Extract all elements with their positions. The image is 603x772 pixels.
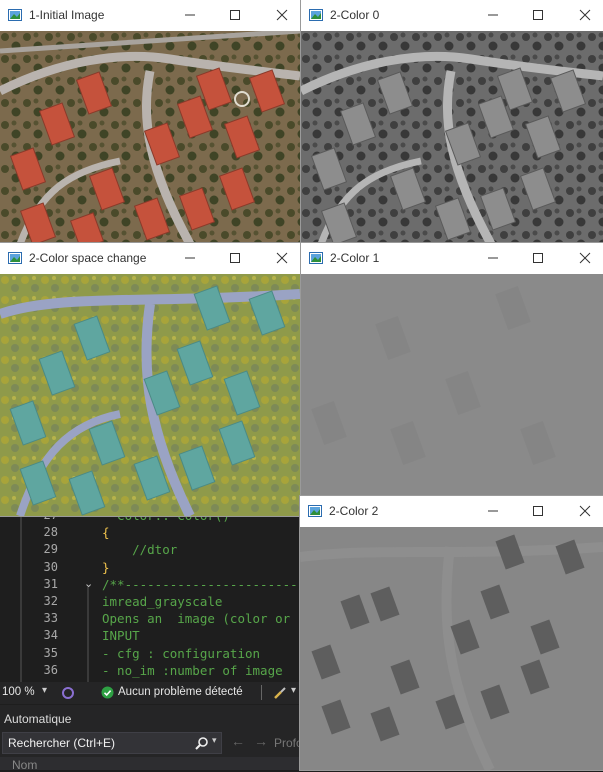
close-icon[interactable] bbox=[274, 7, 290, 23]
window-color-1[interactable]: 2-Color 1 bbox=[301, 243, 603, 496]
window-title: 1-Initial Image bbox=[29, 8, 105, 22]
window-color-space-change[interactable]: 2-Color space change bbox=[0, 243, 300, 516]
close-icon[interactable] bbox=[577, 250, 593, 266]
code-line[interactable]: //dtor bbox=[102, 542, 177, 557]
color-space-image bbox=[0, 274, 300, 516]
back-arrow-icon[interactable]: ← bbox=[231, 733, 245, 749]
channel-2-image bbox=[300, 527, 603, 770]
window-color-0[interactable]: 2-Color 0 bbox=[301, 0, 603, 244]
grayscale-image bbox=[301, 31, 603, 244]
maximize-icon[interactable] bbox=[530, 7, 546, 23]
chevron-down-icon[interactable]: ▾ bbox=[291, 685, 296, 696]
image-view bbox=[301, 274, 603, 496]
title-bar[interactable]: 1-Initial Image bbox=[0, 0, 300, 31]
check-circle-icon bbox=[101, 686, 114, 699]
line-number: 34 bbox=[43, 628, 58, 643]
image-view bbox=[0, 31, 300, 244]
window-title: 2-Color 0 bbox=[330, 8, 380, 22]
search-icon[interactable] bbox=[195, 736, 209, 750]
code-line[interactable]: - cfg : configuration bbox=[102, 646, 260, 661]
code-line[interactable]: Opens an image (color or bbox=[102, 611, 290, 626]
maximize-icon[interactable] bbox=[530, 250, 546, 266]
brush-icon[interactable] bbox=[61, 686, 75, 700]
search-placeholder: Rechercher (Ctrl+E) bbox=[8, 736, 116, 750]
line-number: 32 bbox=[43, 594, 58, 608]
window-app-icon bbox=[309, 252, 323, 264]
channel-1-image bbox=[301, 274, 603, 496]
title-bar[interactable]: 2-Color 1 bbox=[301, 243, 603, 274]
problems-status[interactable]: Aucun problème détecté bbox=[118, 686, 243, 698]
code-line[interactable]: { bbox=[102, 525, 110, 540]
minimize-icon[interactable] bbox=[485, 503, 501, 519]
column-header[interactable] bbox=[0, 757, 300, 770]
window-title: 2-Color 2 bbox=[329, 504, 379, 518]
image-view bbox=[301, 31, 603, 244]
window-app-icon bbox=[308, 505, 322, 517]
line-number: 28 bbox=[43, 525, 58, 540]
maximize-icon[interactable] bbox=[227, 250, 243, 266]
line-number: 36 bbox=[43, 662, 58, 677]
title-bar[interactable]: 2-Color 2 bbox=[300, 496, 603, 527]
code-line[interactable]: imread_grayscale bbox=[102, 594, 222, 609]
aerial-image bbox=[0, 31, 300, 244]
minimize-icon[interactable] bbox=[485, 250, 501, 266]
minimize-icon[interactable] bbox=[485, 7, 501, 23]
chevron-down-icon[interactable]: ▾ bbox=[212, 735, 217, 746]
maximize-icon[interactable] bbox=[530, 503, 546, 519]
solution-mode-label[interactable]: Automatique bbox=[4, 712, 71, 726]
close-icon[interactable] bbox=[274, 250, 290, 266]
image-view bbox=[300, 527, 603, 770]
window-app-icon bbox=[309, 9, 323, 21]
close-icon[interactable] bbox=[577, 503, 593, 519]
code-line[interactable]: } bbox=[102, 560, 110, 575]
line-number: 33 bbox=[43, 611, 58, 626]
chevron-down-icon[interactable]: ▾ bbox=[42, 685, 47, 696]
status-bar: 100 % ▾ Aucun problème détecté ▾ bbox=[0, 682, 300, 704]
brush-icon[interactable] bbox=[273, 686, 289, 700]
collapse-chevron-icon[interactable]: ⌄ bbox=[84, 577, 93, 590]
line-number: 35 bbox=[43, 645, 58, 660]
forward-arrow-icon[interactable]: → bbox=[254, 733, 268, 749]
minimize-icon[interactable] bbox=[182, 7, 198, 23]
code-line[interactable]: INPUT bbox=[102, 628, 140, 643]
profile-label: Profo bbox=[274, 736, 303, 750]
code-line[interactable]: - no_im :number of image bbox=[102, 663, 283, 678]
window-color-2[interactable]: 2-Color 2 bbox=[300, 496, 603, 770]
line-number: 31 bbox=[43, 576, 58, 591]
window-title: 2-Color 1 bbox=[330, 251, 380, 265]
zoom-level[interactable]: 100 % bbox=[2, 686, 35, 698]
close-icon[interactable] bbox=[577, 7, 593, 23]
window-app-icon bbox=[8, 9, 22, 21]
line-number: 29 bbox=[43, 542, 58, 557]
divider bbox=[261, 685, 262, 700]
image-view bbox=[0, 274, 300, 516]
minimize-icon[interactable] bbox=[182, 250, 198, 266]
solution-search-input[interactable]: Rechercher (Ctrl+E) ▾ bbox=[2, 732, 222, 754]
window-title: 2-Color space change bbox=[29, 251, 147, 265]
title-bar[interactable]: 2-Color space change bbox=[0, 243, 300, 274]
window-initial-image[interactable]: 1-Initial Image bbox=[0, 0, 300, 244]
title-bar[interactable]: 2-Color 0 bbox=[301, 0, 603, 31]
maximize-icon[interactable] bbox=[227, 7, 243, 23]
code-line[interactable]: /**------------------------------- bbox=[102, 577, 300, 592]
line-number: 30 bbox=[43, 559, 58, 574]
window-app-icon bbox=[8, 252, 22, 264]
